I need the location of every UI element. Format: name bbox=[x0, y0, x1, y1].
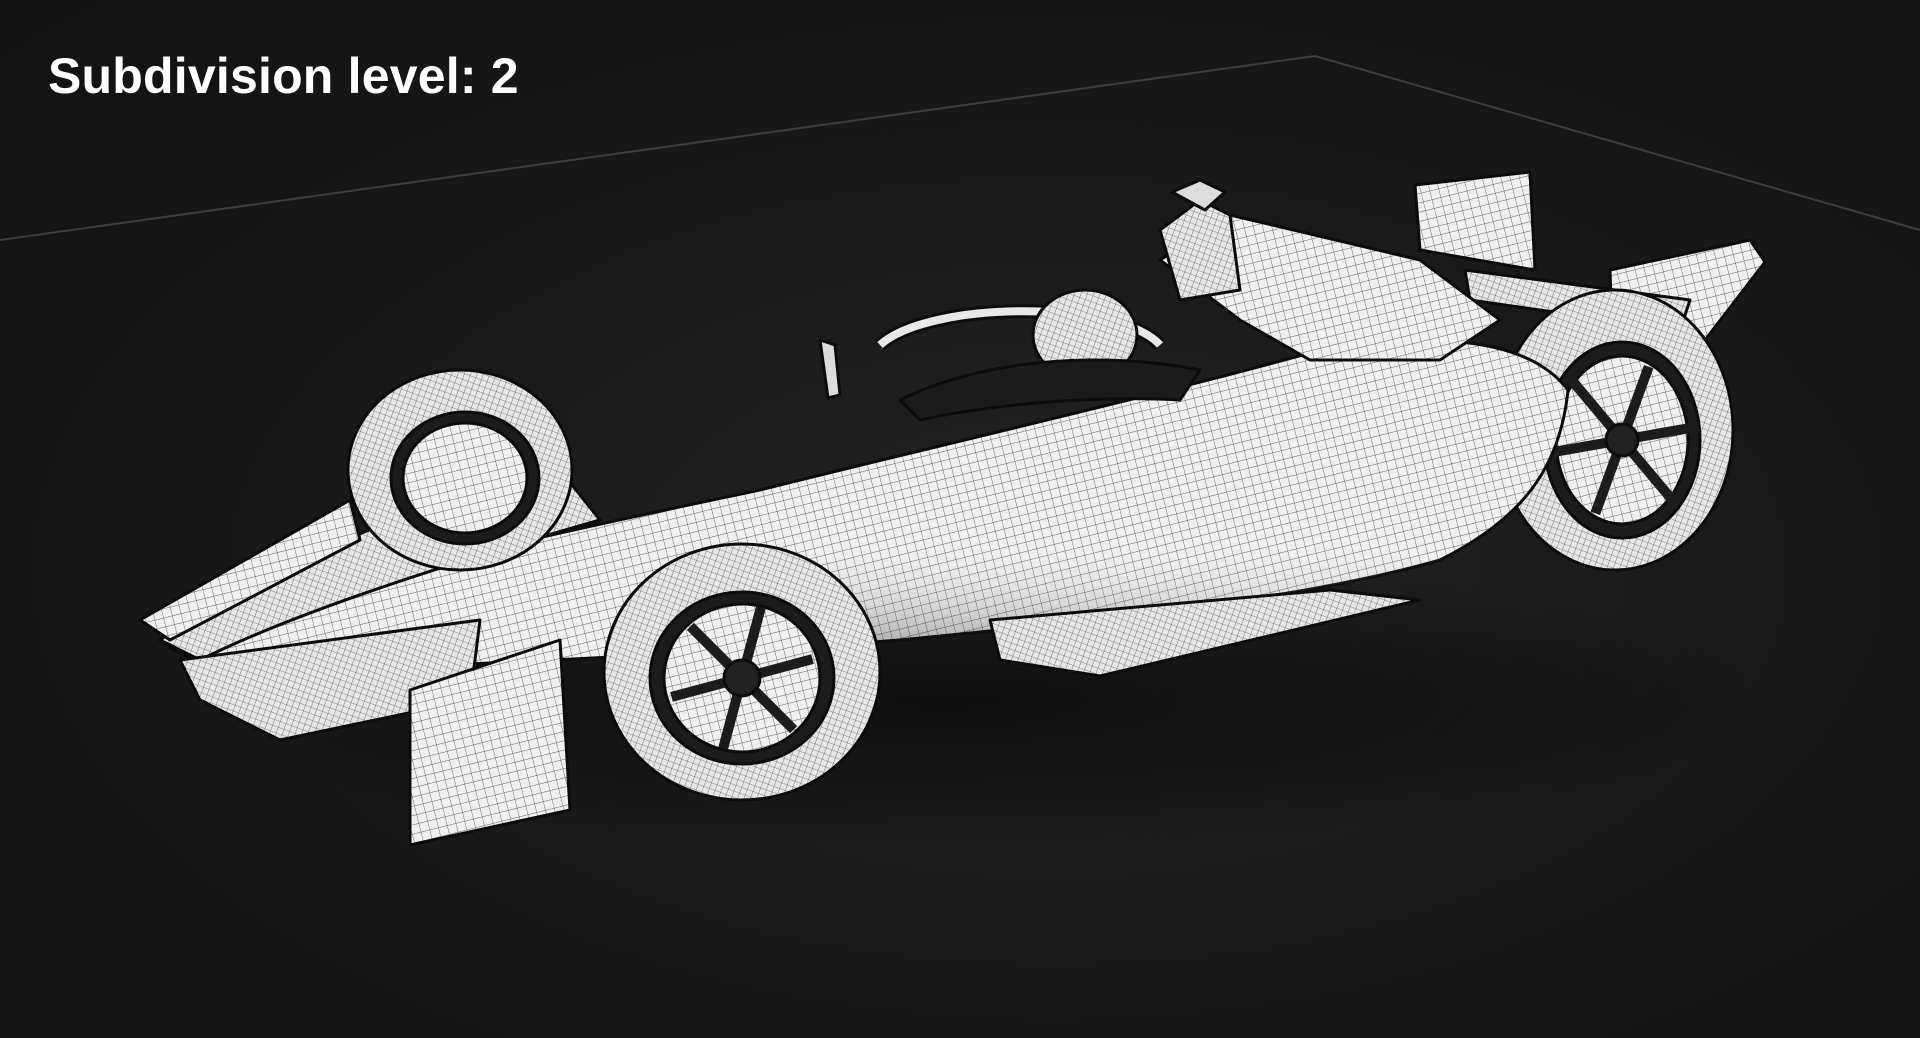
front-left-wheel bbox=[346, 368, 574, 572]
airbox bbox=[1158, 198, 1242, 302]
front-right-wheel bbox=[602, 542, 882, 802]
3d-viewport[interactable]: Subdivision level: 2 bbox=[0, 0, 1920, 1038]
camera-pod bbox=[1170, 178, 1227, 212]
rear-wing-left bbox=[1413, 170, 1537, 272]
subdivision-level-label: Subdivision level: 2 bbox=[48, 48, 519, 104]
mirror-stalk bbox=[818, 338, 842, 400]
render-scene bbox=[0, 54, 1920, 850]
